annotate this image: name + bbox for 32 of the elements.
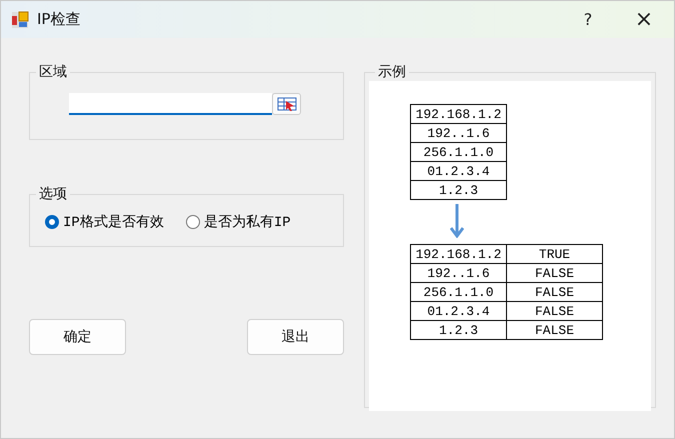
picker-button[interactable] (272, 93, 301, 115)
radio-icon[interactable] (186, 215, 200, 229)
table-cell: 192..1.6 (410, 124, 506, 142)
dialog-button[interactable]: 退出 (247, 319, 344, 355)
table-cell: 1.2.3 (410, 180, 506, 200)
help-button[interactable]: ? (560, 1, 616, 38)
table-cell: 192..1.6 (410, 264, 506, 282)
table-cell: FALSE (506, 320, 602, 340)
table-cell: 01.2.3.4 (410, 162, 506, 180)
table-cell: 1.2.3 (410, 320, 506, 340)
group-title: 区域 (38, 63, 68, 81)
table-cell: 256.1.1.0 (410, 142, 506, 162)
table-cell: TRUE (506, 244, 602, 264)
group-title: 选项 (38, 185, 68, 203)
table-cell: 192.168.1.2 (410, 104, 506, 124)
radio-option[interactable]: 是否为私有IP (186, 213, 291, 231)
grid-cursor-icon (276, 96, 296, 112)
app-icon (11, 10, 29, 28)
dialog-button[interactable]: 确定 (29, 319, 126, 355)
radio-option[interactable]: IP格式是否有效 (45, 213, 164, 231)
table-cell: 256.1.1.0 (410, 282, 506, 302)
close-button[interactable]: × (616, 1, 672, 38)
region-input-field[interactable] (69, 93, 272, 115)
window-title: IP检查 (37, 10, 80, 29)
radio-icon[interactable] (45, 215, 59, 229)
table-cell: 01.2.3.4 (410, 302, 506, 320)
down-arrow-icon (450, 204, 464, 238)
table-cell: FALSE (506, 264, 602, 282)
table-cell: FALSE (506, 282, 602, 302)
table-cell: 192.168.1.2 (410, 244, 506, 264)
group-title: 示例 (377, 63, 407, 81)
table-cell: FALSE (506, 302, 602, 320)
